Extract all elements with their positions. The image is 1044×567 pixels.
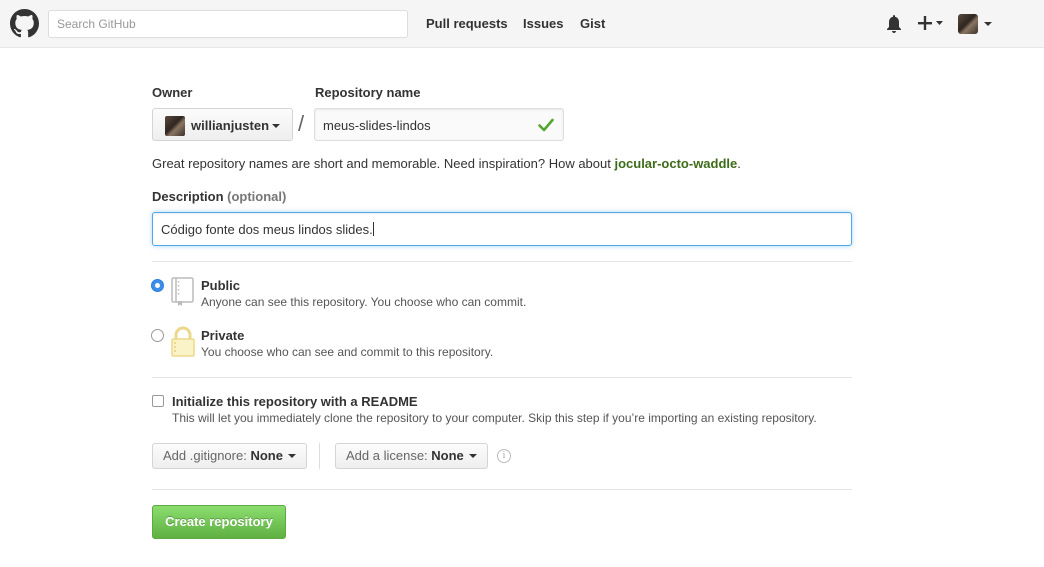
readme-checkbox[interactable] [152, 395, 164, 407]
chevron-down-icon [468, 454, 477, 458]
private-description: You choose who can see and commit to thi… [201, 345, 494, 359]
plus-icon[interactable] [918, 13, 944, 33]
github-logo-icon[interactable] [10, 9, 39, 38]
repo-book-icon [171, 277, 194, 306]
repo-name-hint: Great repository names are short and mem… [152, 156, 741, 172]
chevron-down-icon[interactable] [984, 22, 992, 26]
repo-name-input[interactable]: meus-slides-lindos [314, 108, 564, 141]
name-suggestion-link[interactable]: jocular-octo-waddle [614, 156, 737, 171]
divider [152, 489, 852, 490]
check-icon [538, 118, 554, 132]
avatar[interactable] [958, 14, 978, 34]
hint-text: Great repository names are short and mem… [152, 156, 615, 171]
divider [319, 443, 320, 469]
license-label: Add a license: [346, 448, 432, 463]
gitignore-select[interactable]: Add .gitignore: None [152, 443, 307, 469]
create-repository-button[interactable]: Create repository [152, 505, 286, 539]
private-title: Private [201, 328, 245, 343]
description-label: Description (optional) [152, 189, 286, 205]
text-cursor [372, 222, 374, 236]
bell-icon[interactable] [886, 15, 902, 33]
public-radio[interactable] [151, 279, 164, 292]
nav-issues[interactable]: Issues [523, 16, 563, 32]
chevron-down-icon [287, 454, 296, 458]
avatar [165, 116, 185, 136]
private-radio[interactable] [151, 329, 164, 342]
site-header: Search GitHub Pull requests Issues Gist [0, 0, 1044, 48]
lock-icon [171, 326, 195, 357]
nav-pull-requests[interactable]: Pull requests [426, 16, 508, 32]
license-select[interactable]: Add a license: None [335, 443, 488, 469]
search-input[interactable]: Search GitHub [48, 10, 408, 38]
owner-repo-separator: / [298, 111, 305, 136]
owner-label: Owner [152, 85, 193, 100]
hint-end: . [737, 156, 741, 171]
repo-name-label: Repository name [315, 85, 421, 100]
owner-select[interactable]: willianjusten [152, 108, 293, 141]
chevron-down-icon [272, 124, 280, 128]
license-value: None [431, 448, 464, 463]
description-value: Código fonte dos meus lindos slides. [161, 222, 373, 237]
divider [152, 377, 852, 378]
owner-name: willianjusten [191, 118, 270, 133]
nav-gist[interactable]: Gist [580, 16, 605, 32]
readme-description: This will let you immediately clone the … [172, 411, 817, 425]
optional-tag: (optional) [227, 189, 287, 204]
public-description: Anyone can see this repository. You choo… [201, 295, 527, 309]
description-label-text: Description [152, 189, 224, 204]
description-input[interactable]: Código fonte dos meus lindos slides. [152, 212, 852, 246]
gitignore-label: Add .gitignore: [163, 448, 251, 463]
info-icon[interactable]: i [497, 449, 511, 463]
readme-title[interactable]: Initialize this repository with a README [172, 394, 418, 410]
public-title: Public [201, 278, 241, 293]
divider [152, 261, 852, 262]
gitignore-value: None [250, 448, 283, 463]
